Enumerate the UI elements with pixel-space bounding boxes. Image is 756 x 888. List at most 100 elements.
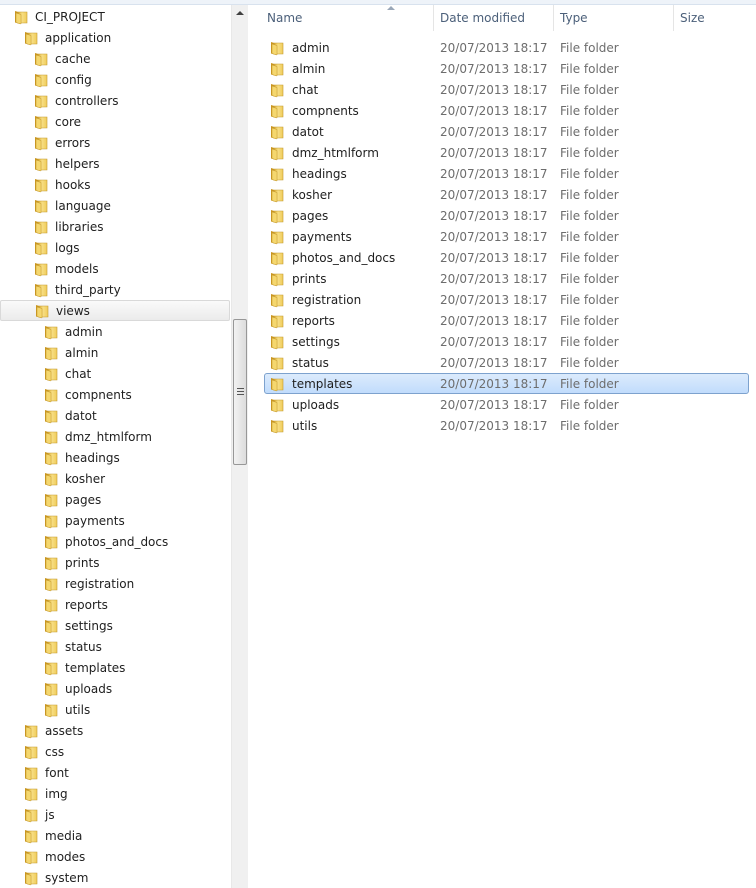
nav-item-datot[interactable]: datot xyxy=(0,405,230,426)
file-row[interactable]: kosher 20/07/2013 18:17 File folder xyxy=(264,184,749,205)
folder-icon xyxy=(269,229,285,245)
nav-item-templates[interactable]: templates xyxy=(0,657,230,678)
file-name: pages xyxy=(292,208,329,223)
file-row[interactable]: photos_and_docs 20/07/2013 18:17 File fold… xyxy=(264,247,749,268)
nav-item-label: reports xyxy=(65,597,108,612)
name-cell: status xyxy=(265,355,440,371)
folder-icon xyxy=(269,250,285,266)
nav-item-views[interactable]: views xyxy=(0,300,230,321)
nav-item-label: img xyxy=(45,786,68,801)
nav-item-label: helpers xyxy=(55,156,100,171)
file-row[interactable]: headings 20/07/2013 18:17 File folder xyxy=(264,163,749,184)
nav-item-label: hooks xyxy=(55,177,91,192)
nav-item-img[interactable]: img xyxy=(0,783,230,804)
navigation-pane[interactable]: CI_PROJECT application cache config cont… xyxy=(0,5,248,888)
nav-item-libraries[interactable]: libraries xyxy=(0,216,230,237)
nav-item-almin[interactable]: almin xyxy=(0,342,230,363)
nav-item-label: libraries xyxy=(55,219,104,234)
nav-item-models[interactable]: models xyxy=(0,258,230,279)
file-row[interactable]: datot 20/07/2013 18:17 File folder xyxy=(264,121,749,142)
nav-item-label: logs xyxy=(55,240,80,255)
file-row[interactable]: admin 20/07/2013 18:17 File folder xyxy=(264,37,749,58)
column-header-size[interactable]: Size xyxy=(674,5,754,31)
file-row[interactable]: uploads 20/07/2013 18:17 File folder xyxy=(264,394,749,415)
file-type: File folder xyxy=(560,292,619,307)
nav-item-hooks[interactable]: hooks xyxy=(0,174,230,195)
file-row[interactable]: dmz_htmlform 20/07/2013 18:17 File folder xyxy=(264,142,749,163)
file-name: settings xyxy=(292,334,340,349)
file-name: payments xyxy=(292,229,352,244)
file-row[interactable]: pages 20/07/2013 18:17 File folder xyxy=(264,205,749,226)
file-row[interactable]: templates 20/07/2013 18:17 File folder xyxy=(264,373,749,394)
nav-item-label: application xyxy=(45,30,112,45)
file-row[interactable]: settings 20/07/2013 18:17 File folder xyxy=(264,331,749,352)
nav-item-settings[interactable]: settings xyxy=(0,615,230,636)
file-type: File folder xyxy=(560,187,619,202)
file-row[interactable]: registration 20/07/2013 18:17 File folder xyxy=(264,289,749,310)
date-modified: 20/07/2013 18:17 xyxy=(440,208,548,223)
folder-icon xyxy=(23,870,39,886)
folder-icon xyxy=(33,156,49,172)
nav-item-modes[interactable]: modes xyxy=(0,846,230,867)
nav-item-CI-PROJECT[interactable]: CI_PROJECT xyxy=(0,6,230,27)
nav-item-prints[interactable]: prints xyxy=(0,552,230,573)
nav-item-admin[interactable]: admin xyxy=(0,321,230,342)
file-row[interactable]: status 20/07/2013 18:17 File folder xyxy=(264,352,749,373)
file-row[interactable]: payments 20/07/2013 18:17 File folder xyxy=(264,226,749,247)
nav-item-media[interactable]: media xyxy=(0,825,230,846)
folder-icon xyxy=(43,534,59,550)
nav-item-utils[interactable]: utils xyxy=(0,699,230,720)
file-row[interactable]: prints 20/07/2013 18:17 File folder xyxy=(264,268,749,289)
nav-item-logs[interactable]: logs xyxy=(0,237,230,258)
nav-item-system[interactable]: system xyxy=(0,867,230,888)
folder-icon xyxy=(43,429,59,445)
nav-item-third-party[interactable]: third_party xyxy=(0,279,230,300)
nav-item-registration[interactable]: registration xyxy=(0,573,230,594)
nav-item-errors[interactable]: errors xyxy=(0,132,230,153)
nav-item-pages[interactable]: pages xyxy=(0,489,230,510)
file-name: photos_and_docs xyxy=(292,250,396,265)
column-header-date[interactable]: Date modified xyxy=(434,5,554,31)
nav-item-label: config xyxy=(55,72,92,87)
file-row[interactable]: utils 20/07/2013 18:17 File folder xyxy=(264,415,749,436)
nav-item-label: errors xyxy=(55,135,91,150)
nav-item-headings[interactable]: headings xyxy=(0,447,230,468)
scroll-up-arrow-icon[interactable] xyxy=(236,11,244,15)
nav-item-assets[interactable]: assets xyxy=(0,720,230,741)
nav-item-js[interactable]: js xyxy=(0,804,230,825)
date-modified: 20/07/2013 18:17 xyxy=(440,103,548,118)
folder-icon xyxy=(43,345,59,361)
nav-item-reports[interactable]: reports xyxy=(0,594,230,615)
nav-item-chat[interactable]: chat xyxy=(0,363,230,384)
nav-item-helpers[interactable]: helpers xyxy=(0,153,230,174)
nav-item-dmz-htmlform[interactable]: dmz_htmlform xyxy=(0,426,230,447)
file-name: utils xyxy=(292,418,318,433)
date-modified: 20/07/2013 18:17 xyxy=(440,355,548,370)
folder-icon xyxy=(33,240,49,256)
nav-item-config[interactable]: config xyxy=(0,69,230,90)
nav-item-cache[interactable]: cache xyxy=(0,48,230,69)
file-list-pane[interactable]: Name Date modified Type Size admin 20/07/… xyxy=(249,5,756,888)
nav-item-application[interactable]: application xyxy=(0,27,230,48)
navigation-scrollbar[interactable] xyxy=(231,5,248,888)
nav-item-language[interactable]: language xyxy=(0,195,230,216)
scrollbar-thumb[interactable] xyxy=(233,319,247,465)
file-row[interactable]: compnents 20/07/2013 18:17 File folder xyxy=(264,100,749,121)
nav-item-status[interactable]: status xyxy=(0,636,230,657)
folder-icon xyxy=(23,807,39,823)
file-name: compnents xyxy=(292,103,359,118)
file-row[interactable]: reports 20/07/2013 18:17 File folder xyxy=(264,310,749,331)
column-header-name[interactable]: Name xyxy=(261,5,434,31)
nav-item-photos-and-docs[interactable]: photos_and_docs xyxy=(0,531,230,552)
nav-item-payments[interactable]: payments xyxy=(0,510,230,531)
nav-item-core[interactable]: core xyxy=(0,111,230,132)
file-row[interactable]: chat 20/07/2013 18:17 File folder xyxy=(264,79,749,100)
column-header-type[interactable]: Type xyxy=(554,5,674,31)
nav-item-css[interactable]: css xyxy=(0,741,230,762)
file-row[interactable]: almin 20/07/2013 18:17 File folder xyxy=(264,58,749,79)
nav-item-compnents[interactable]: compnents xyxy=(0,384,230,405)
nav-item-font[interactable]: font xyxy=(0,762,230,783)
nav-item-controllers[interactable]: controllers xyxy=(0,90,230,111)
nav-item-kosher[interactable]: kosher xyxy=(0,468,230,489)
nav-item-uploads[interactable]: uploads xyxy=(0,678,230,699)
